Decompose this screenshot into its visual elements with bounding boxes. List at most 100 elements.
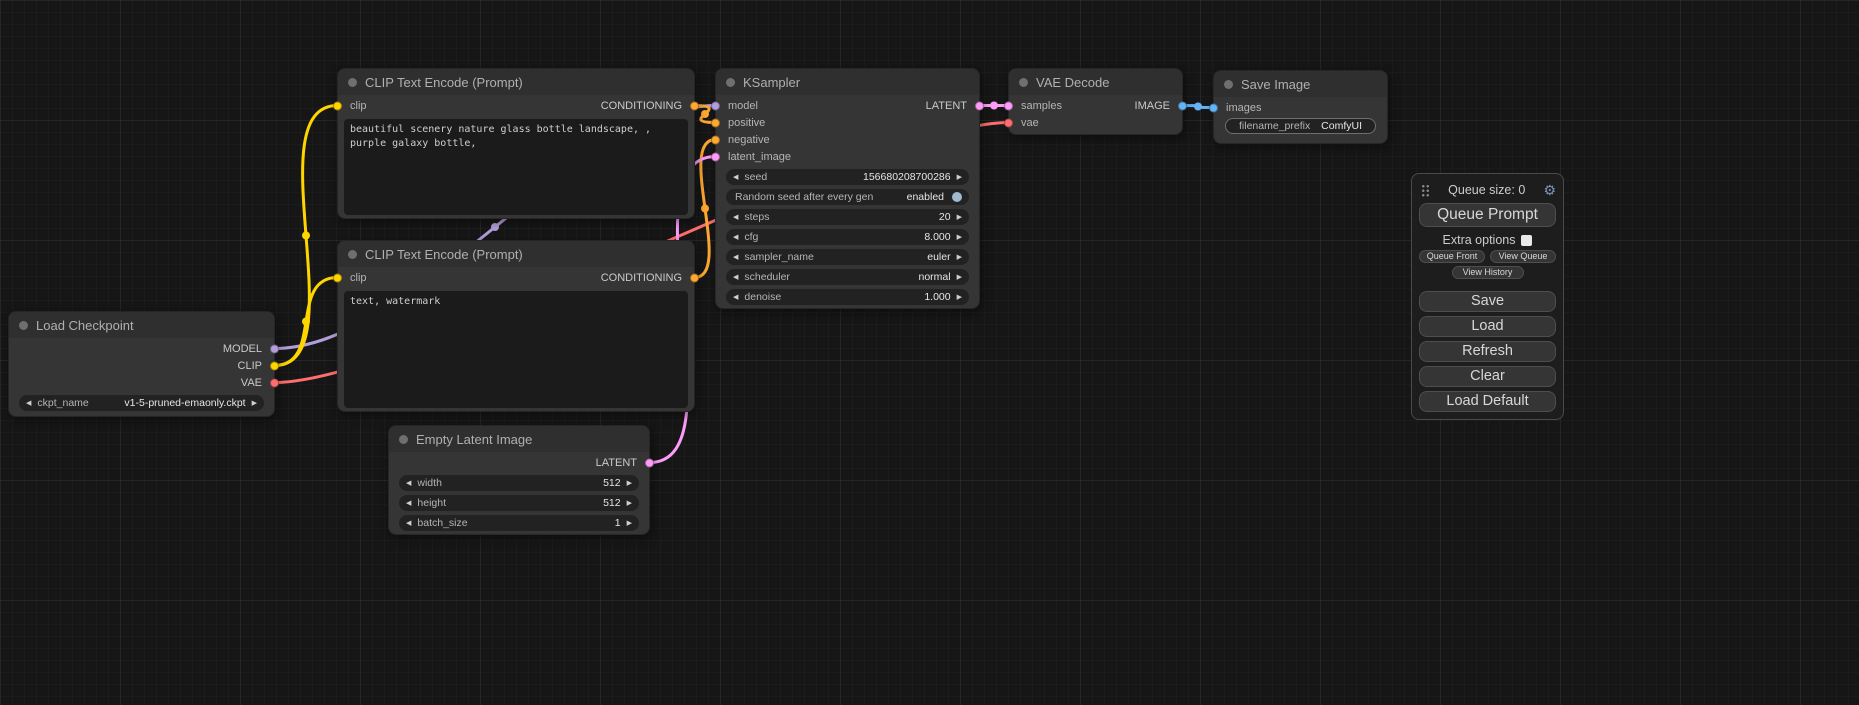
increment-arrow-icon[interactable]: ▶ [627, 500, 632, 507]
output-slot-conditioning[interactable] [690, 273, 699, 282]
increment-arrow-icon[interactable]: ▶ [627, 520, 632, 527]
widget-value: 1.000 [924, 291, 950, 303]
save-button[interactable]: Save [1419, 291, 1556, 312]
collapse-dot-icon[interactable] [1019, 78, 1028, 87]
output-slot-clip[interactable] [270, 361, 279, 370]
decrement-arrow-icon[interactable]: ◀ [733, 294, 738, 301]
increment-arrow-icon[interactable]: ▶ [957, 294, 962, 301]
output-slot-latent[interactable] [645, 458, 654, 467]
node-title: VAE Decode [1036, 75, 1109, 90]
output-slot-image[interactable] [1178, 101, 1187, 110]
node-title-bar[interactable]: Save Image [1214, 71, 1387, 97]
collapse-dot-icon[interactable] [19, 321, 28, 330]
widget-scheduler[interactable]: ◀ scheduler normal ▶ [726, 269, 969, 285]
input-slot-model[interactable] [711, 101, 720, 110]
node-title-bar[interactable]: CLIP Text Encode (Prompt) [338, 241, 694, 267]
decrement-arrow-icon[interactable]: ◀ [733, 254, 738, 261]
collapse-dot-icon[interactable] [399, 435, 408, 444]
link-midpoint-dot [990, 102, 998, 110]
output-slot-latent[interactable] [975, 101, 984, 110]
collapse-dot-icon[interactable] [348, 250, 357, 259]
input-slot-samples[interactable] [1004, 101, 1013, 110]
node-graph-canvas[interactable]: Load Checkpoint MODEL CLIP VAE ◀ ckpt_na… [0, 0, 1859, 705]
node-clip-text-encode-positive[interactable]: CLIP Text Encode (Prompt) clip CONDITION… [337, 68, 695, 219]
input-slot-vae[interactable] [1004, 118, 1013, 127]
output-slot-label: IMAGE [1135, 100, 1170, 112]
increment-arrow-icon[interactable]: ▶ [252, 400, 257, 407]
widget-name: filename_prefix [1239, 120, 1310, 132]
node-load-checkpoint[interactable]: Load Checkpoint MODEL CLIP VAE ◀ ckpt_na… [8, 311, 275, 417]
extra-options-checkbox[interactable] [1521, 235, 1532, 246]
decrement-arrow-icon[interactable]: ◀ [733, 234, 738, 241]
prompt-textarea[interactable]: text, watermark [344, 291, 688, 408]
widget-width[interactable]: ◀ width 512 ▶ [399, 475, 639, 491]
widget-filename-prefix[interactable]: filename_prefix ComfyUI [1225, 118, 1376, 134]
widget-random-seed-toggle[interactable]: Random seed after every gen enabled [726, 189, 969, 205]
widget-name: sampler_name [744, 251, 813, 263]
widget-ckpt-name[interactable]: ◀ ckpt_name v1-5-pruned-emaonly.ckpt ▶ [19, 395, 264, 411]
node-save-image[interactable]: Save Image images filename_prefix ComfyU… [1213, 70, 1388, 144]
increment-arrow-icon[interactable]: ▶ [957, 174, 962, 181]
input-slot-positive[interactable] [711, 118, 720, 127]
collapse-dot-icon[interactable] [726, 78, 735, 87]
prompt-textarea[interactable]: beautiful scenery nature glass bottle la… [344, 119, 688, 215]
input-slot-clip[interactable] [333, 101, 342, 110]
node-empty-latent-image[interactable]: Empty Latent Image LATENT ◀ width 512 ▶ … [388, 425, 650, 535]
clear-button[interactable]: Clear [1419, 366, 1556, 387]
widget-cfg[interactable]: ◀ cfg 8.000 ▶ [726, 229, 969, 245]
widget-sampler-name[interactable]: ◀ sampler_name euler ▶ [726, 249, 969, 265]
load-button[interactable]: Load [1419, 316, 1556, 337]
widget-batch-size[interactable]: ◀ batch_size 1 ▶ [399, 515, 639, 531]
widget-denoise[interactable]: ◀ denoise 1.000 ▶ [726, 289, 969, 305]
decrement-arrow-icon[interactable]: ◀ [406, 520, 411, 527]
refresh-button[interactable]: Refresh [1419, 341, 1556, 362]
increment-arrow-icon[interactable]: ▶ [957, 254, 962, 261]
decrement-arrow-icon[interactable]: ◀ [26, 400, 31, 407]
node-title-bar[interactable]: Empty Latent Image [389, 426, 649, 452]
view-queue-button[interactable]: View Queue [1490, 250, 1556, 263]
widget-value: 512 [603, 497, 621, 509]
input-slot-images[interactable] [1209, 103, 1218, 112]
widget-value: ComfyUI [1321, 120, 1362, 132]
widget-steps[interactable]: ◀ steps 20 ▶ [726, 209, 969, 225]
node-title-bar[interactable]: VAE Decode [1009, 69, 1182, 95]
output-slot-label: CLIP [238, 360, 262, 372]
settings-gear-icon[interactable]: ⚙ [1543, 183, 1556, 197]
collapse-dot-icon[interactable] [348, 78, 357, 87]
widget-height[interactable]: ◀ height 512 ▶ [399, 495, 639, 511]
output-slot-label: VAE [241, 377, 262, 389]
decrement-arrow-icon[interactable]: ◀ [406, 480, 411, 487]
decrement-arrow-icon[interactable]: ◀ [733, 174, 738, 181]
decrement-arrow-icon[interactable]: ◀ [406, 500, 411, 507]
input-slot-latent-image[interactable] [711, 152, 720, 161]
increment-arrow-icon[interactable]: ▶ [627, 480, 632, 487]
node-vae-decode[interactable]: VAE Decode samples IMAGE vae [1008, 68, 1183, 135]
output-slot-vae[interactable] [270, 378, 279, 387]
decrement-arrow-icon[interactable]: ◀ [733, 214, 738, 221]
queue-prompt-button[interactable]: Queue Prompt [1419, 203, 1556, 227]
node-ksampler[interactable]: KSampler model LATENT positive negative … [715, 68, 980, 309]
queue-front-button[interactable]: Queue Front [1419, 250, 1485, 263]
node-title-bar[interactable]: Load Checkpoint [9, 312, 274, 338]
link-midpoint-dot [302, 318, 310, 326]
collapse-dot-icon[interactable] [1224, 80, 1233, 89]
output-slot-conditioning[interactable] [690, 101, 699, 110]
output-slot-model[interactable] [270, 344, 279, 353]
widget-name: batch_size [417, 517, 467, 529]
node-title-bar[interactable]: KSampler [716, 69, 979, 95]
increment-arrow-icon[interactable]: ▶ [957, 274, 962, 281]
drag-handle-icon[interactable] [1421, 184, 1430, 197]
input-slot-negative[interactable] [711, 135, 720, 144]
decrement-arrow-icon[interactable]: ◀ [733, 274, 738, 281]
view-history-button[interactable]: View History [1452, 266, 1524, 279]
increment-arrow-icon[interactable]: ▶ [957, 234, 962, 241]
node-clip-text-encode-negative[interactable]: CLIP Text Encode (Prompt) clip CONDITION… [337, 240, 695, 412]
toggle-dot-icon[interactable] [952, 192, 962, 202]
input-slot-clip[interactable] [333, 273, 342, 282]
node-title-bar[interactable]: CLIP Text Encode (Prompt) [338, 69, 694, 95]
increment-arrow-icon[interactable]: ▶ [957, 214, 962, 221]
widget-name: seed [744, 171, 767, 183]
widget-seed[interactable]: ◀ seed 156680208700286 ▶ [726, 169, 969, 185]
load-default-button[interactable]: Load Default [1419, 391, 1556, 412]
slot-row: clip CONDITIONING [338, 97, 694, 114]
